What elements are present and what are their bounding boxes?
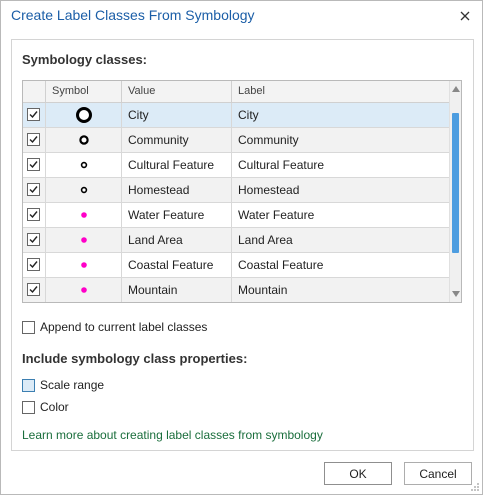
row-check-cell	[23, 103, 46, 127]
row-symbol-cell	[46, 103, 122, 127]
row-label-cell[interactable]: Land Area	[232, 228, 449, 252]
row-label-cell[interactable]: Community	[232, 128, 449, 152]
row-checkbox[interactable]	[27, 183, 40, 196]
row-label-cell[interactable]: City	[232, 103, 449, 127]
table-row[interactable]: Homestead Homestead	[23, 178, 449, 203]
color-label: Color	[40, 400, 69, 414]
table-row[interactable]: Water Feature Water Feature	[23, 203, 449, 228]
row-value-cell: City	[122, 103, 232, 127]
checkmark-icon	[29, 236, 38, 244]
row-check-cell	[23, 203, 46, 227]
row-check-cell	[23, 228, 46, 252]
row-label-cell[interactable]: Mountain	[232, 278, 449, 302]
row-value-cell: Homestead	[122, 178, 232, 202]
row-check-cell	[23, 253, 46, 277]
row-label-cell[interactable]: Coastal Feature	[232, 253, 449, 277]
row-label-cell[interactable]: Water Feature	[232, 203, 449, 227]
scroll-down-arrow[interactable]	[451, 289, 461, 299]
resize-grip-icon[interactable]	[470, 482, 480, 492]
append-label: Append to current label classes	[40, 320, 208, 334]
table-row[interactable]: City City	[23, 103, 449, 128]
row-checkbox[interactable]	[27, 208, 40, 221]
magenta-dot-icon	[81, 262, 87, 268]
dialog-window: Create Label Classes From Symbology Symb…	[0, 0, 483, 495]
checkmark-icon	[29, 261, 38, 269]
close-icon	[460, 11, 470, 21]
circle-medium-ring-icon	[79, 135, 89, 145]
row-value-cell: Mountain	[122, 278, 232, 302]
circle-small-ring-icon	[80, 186, 88, 194]
row-check-cell	[23, 153, 46, 177]
row-symbol-cell	[46, 153, 122, 177]
symbology-classes-heading: Symbology classes:	[22, 52, 147, 67]
table-row[interactable]: Land Area Land Area	[23, 228, 449, 253]
checkmark-icon	[29, 136, 38, 144]
magenta-dot-icon	[81, 287, 87, 293]
table-row[interactable]: Coastal Feature Coastal Feature	[23, 253, 449, 278]
grid-header: Symbol Value Label	[23, 81, 449, 103]
dialog-title: Create Label Classes From Symbology	[11, 7, 255, 23]
row-symbol-cell	[46, 228, 122, 252]
table-row[interactable]: Mountain Mountain	[23, 278, 449, 302]
checkmark-icon	[29, 211, 38, 219]
row-checkbox[interactable]	[27, 283, 40, 296]
magenta-dot-icon	[81, 237, 87, 243]
checkmark-icon	[29, 286, 38, 294]
checkmark-icon	[29, 111, 38, 119]
row-label-cell[interactable]: Homestead	[232, 178, 449, 202]
column-header-value[interactable]: Value	[122, 81, 232, 102]
scroll-up-arrow[interactable]	[451, 84, 461, 94]
row-checkbox[interactable]	[27, 233, 40, 246]
scale-range-checkbox[interactable]	[22, 378, 35, 392]
color-checkbox[interactable]	[22, 400, 35, 414]
row-symbol-cell	[46, 253, 122, 277]
row-checkbox[interactable]	[27, 258, 40, 271]
circle-small-ring-icon	[80, 161, 88, 169]
row-checkbox[interactable]	[27, 158, 40, 171]
column-header-symbol[interactable]: Symbol	[46, 81, 122, 102]
learn-more-link[interactable]: Learn more about creating label classes …	[22, 428, 323, 442]
scale-range-label: Scale range	[40, 378, 105, 392]
row-checkbox[interactable]	[27, 133, 40, 146]
checkmark-icon	[29, 161, 38, 169]
table-row[interactable]: Community Community	[23, 128, 449, 153]
row-label-cell[interactable]: Cultural Feature	[232, 153, 449, 177]
row-check-cell	[23, 128, 46, 152]
row-symbol-cell	[46, 203, 122, 227]
append-checkbox[interactable]	[22, 320, 35, 334]
append-checkbox-option[interactable]: Append to current label classes	[22, 319, 207, 335]
title-bar: Create Label Classes From Symbology	[1, 1, 482, 31]
row-checkbox[interactable]	[27, 108, 40, 121]
row-value-cell: Coastal Feature	[122, 253, 232, 277]
row-symbol-cell	[46, 278, 122, 302]
ok-button[interactable]: OK	[324, 462, 392, 485]
row-check-cell	[23, 178, 46, 202]
table-row[interactable]: Cultural Feature Cultural Feature	[23, 153, 449, 178]
row-symbol-cell	[46, 178, 122, 202]
checkmark-icon	[29, 186, 38, 194]
content-panel: Symbology classes: Symbol Value Label Ci…	[11, 39, 474, 451]
scroll-thumb[interactable]	[452, 113, 459, 253]
column-header-check[interactable]	[23, 81, 46, 102]
magenta-dot-icon	[81, 212, 87, 218]
row-value-cell: Water Feature	[122, 203, 232, 227]
chevron-up-icon	[452, 86, 460, 92]
row-symbol-cell	[46, 128, 122, 152]
close-button[interactable]	[456, 7, 474, 25]
scale-range-option[interactable]: Scale range	[22, 377, 104, 393]
row-value-cell: Land Area	[122, 228, 232, 252]
chevron-down-icon	[452, 291, 460, 297]
row-value-cell: Community	[122, 128, 232, 152]
grid-scrollbar[interactable]	[449, 81, 461, 302]
include-properties-heading: Include symbology class properties:	[22, 351, 248, 366]
column-header-label[interactable]: Label	[232, 81, 449, 102]
row-check-cell	[23, 278, 46, 302]
symbology-classes-grid[interactable]: Symbol Value Label City City Community Comm…	[22, 80, 462, 303]
cancel-button[interactable]: Cancel	[404, 462, 472, 485]
row-value-cell: Cultural Feature	[122, 153, 232, 177]
circle-large-ring-icon	[76, 107, 92, 123]
color-option[interactable]: Color	[22, 399, 69, 415]
